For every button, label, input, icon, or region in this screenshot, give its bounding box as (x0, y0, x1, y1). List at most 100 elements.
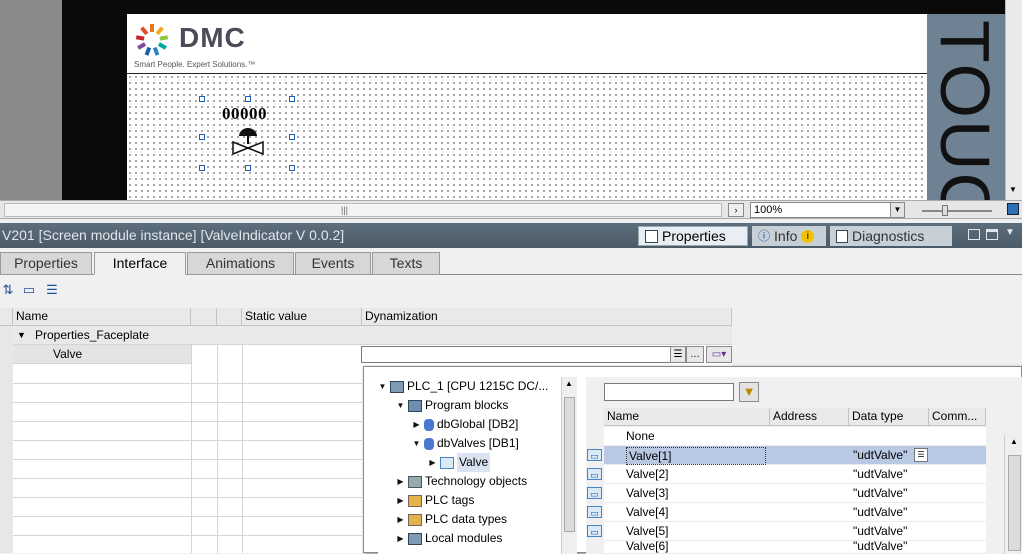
zoom-select[interactable]: 100% ▼ (750, 202, 905, 218)
selection-handle[interactable] (289, 96, 295, 102)
list-icon[interactable]: ☰ (670, 346, 686, 363)
valve-counter[interactable]: 00000 (222, 104, 267, 124)
list-item[interactable]: ▭ Valve[6] "udtValve" (604, 541, 986, 554)
tree-item-plc-tags[interactable]: ▶ PLC tags (396, 491, 566, 510)
scroll-down-icon[interactable]: ▼ (1009, 185, 1017, 194)
tree-label: dbValves [DB1] (437, 436, 519, 450)
selection-handle[interactable] (245, 96, 251, 102)
dynamization-input[interactable] (361, 346, 686, 363)
item-name: Valve[4] (626, 505, 669, 519)
zoom-slider-track[interactable] (922, 210, 992, 212)
list-item[interactable]: ▭ Valve[2] "udtValve" (587, 465, 986, 484)
column-address[interactable]: Address (770, 408, 849, 426)
selection-handle[interactable] (199, 165, 205, 171)
tree-label: Valve (457, 453, 491, 472)
chevron-right-icon[interactable]: ▶ (396, 491, 405, 510)
column-name[interactable]: Name (13, 308, 191, 326)
minimize-window-icon[interactable] (986, 229, 998, 240)
grid-divider (13, 421, 362, 422)
column-name[interactable]: Name (604, 408, 770, 426)
screen-editor: DMC Smart People. Expert Solutions.™ 000… (0, 0, 1022, 200)
udt-icon: ▭ (587, 468, 602, 480)
tree-item-plc[interactable]: ▼ PLC_1 [CPU 1215C DC/... (378, 377, 558, 396)
column-dynamization[interactable]: Dynamization (362, 308, 732, 326)
subtab-interface[interactable]: Interface (94, 252, 186, 275)
column-data-type[interactable]: Data type (849, 408, 929, 426)
restore-window-icon[interactable] (968, 229, 980, 240)
subtab-texts[interactable]: Texts (372, 252, 440, 275)
diagnostics-icon (836, 229, 848, 243)
fit-screen-icon[interactable] (1007, 203, 1019, 215)
tree-label: Technology objects (425, 474, 528, 488)
valve-icon[interactable] (230, 126, 266, 156)
list-item[interactable]: ▭ Valve[5] "udtValve" (587, 522, 986, 541)
subtab-animations[interactable]: Animations (187, 252, 294, 275)
sort-icon[interactable]: ⇅ (0, 283, 16, 297)
column-blank[interactable] (217, 308, 242, 326)
tag-type-dropdown-icon[interactable]: ▭▾ (706, 346, 732, 363)
tree-label: PLC_1 [CPU 1215C DC/... (407, 379, 549, 393)
folder-icon[interactable]: ▭ (21, 283, 37, 297)
chevron-down-icon[interactable]: ▼ (412, 434, 421, 453)
chevron-right-icon[interactable]: ▶ (412, 415, 421, 434)
tree-item-technology-objects[interactable]: ▶ Technology objects (396, 472, 566, 491)
chevron-right-icon[interactable]: ▶ (428, 453, 437, 472)
scroll-grip-icon[interactable]: ||| (341, 205, 348, 215)
editor-vertical-scrollbar[interactable]: ▼ (1005, 0, 1022, 200)
list-item[interactable]: ▭ Valve[1] "udtValve" ☰ (587, 446, 986, 465)
tab-diagnostics[interactable]: Diagnostics (830, 226, 952, 246)
tree-item-program-blocks[interactable]: ▼ Program blocks (396, 396, 566, 415)
chevron-right-icon[interactable]: ▶ (396, 529, 405, 548)
selection-handle[interactable] (289, 165, 295, 171)
zoom-slider-thumb[interactable] (942, 205, 948, 216)
chevron-down-icon[interactable]: ▼ (17, 330, 26, 340)
scroll-right-icon[interactable]: › (728, 203, 744, 217)
selection-handle[interactable] (289, 134, 295, 140)
item-name: None (626, 429, 655, 443)
tree-item-valve[interactable]: ▶ Valve (428, 453, 548, 472)
db-icon (424, 437, 434, 450)
list-icon[interactable]: ☰ (914, 448, 928, 462)
item-type: "udtValve" (853, 524, 908, 538)
udt-icon (440, 456, 454, 469)
tree-item-dbvalves[interactable]: ▼ dbValves [DB1] (412, 434, 562, 453)
chevron-right-icon[interactable]: ▶ (396, 472, 405, 491)
list-view-icon[interactable]: ☰ (44, 283, 60, 297)
scroll-thumb[interactable] (564, 397, 575, 532)
udt-icon: ▭ (587, 506, 602, 518)
tag-list-scrollbar[interactable]: ▲ (1004, 435, 1022, 554)
selection-handle[interactable] (199, 96, 205, 102)
table-row[interactable]: ▼ Properties_Faceplate (13, 326, 732, 345)
filter-input[interactable] (604, 383, 734, 401)
list-item[interactable]: None (604, 427, 986, 446)
column-blank[interactable] (191, 308, 217, 326)
tree-item-local-modules[interactable]: ▶ Local modules (396, 529, 566, 548)
db-icon (424, 418, 434, 431)
scroll-thumb[interactable] (1008, 455, 1021, 551)
editor-horizontal-scrollbar[interactable]: ||| (4, 203, 722, 217)
tree-item-dbglobal[interactable]: ▶ dbGlobal [DB2] (412, 415, 562, 434)
dmc-logo-icon (135, 24, 169, 56)
chevron-right-icon[interactable]: ▶ (396, 510, 405, 529)
chevron-down-icon[interactable]: ▼ (890, 203, 904, 217)
column-static-value[interactable]: Static value (242, 308, 362, 326)
scroll-up-icon[interactable]: ▲ (565, 379, 573, 388)
browse-button[interactable]: … (686, 346, 704, 363)
chevron-down-icon[interactable]: ▼ (1005, 227, 1015, 238)
tree-scrollbar[interactable]: ▲ (561, 377, 577, 554)
tab-info[interactable]: ⓘ Info i (752, 226, 826, 246)
list-item[interactable]: ▭ Valve[4] "udtValve" (587, 503, 986, 522)
selection-handle[interactable] (245, 165, 251, 171)
tree-item-plc-data-types[interactable]: ▶ PLC data types (396, 510, 566, 529)
tab-properties[interactable]: Properties (638, 226, 748, 246)
column-comment[interactable]: Comm... (929, 408, 986, 426)
filter-icon[interactable]: ▼ (739, 382, 759, 402)
selection-handle[interactable] (199, 134, 205, 140)
list-item[interactable]: ▭ Valve[3] "udtValve" (587, 484, 986, 503)
subtab-events[interactable]: Events (295, 252, 371, 275)
scroll-up-icon[interactable]: ▲ (1010, 437, 1018, 446)
table-row[interactable]: Valve (13, 345, 191, 364)
subtab-properties[interactable]: Properties (0, 252, 92, 275)
chevron-down-icon[interactable]: ▼ (378, 377, 387, 396)
chevron-down-icon[interactable]: ▼ (396, 396, 405, 415)
